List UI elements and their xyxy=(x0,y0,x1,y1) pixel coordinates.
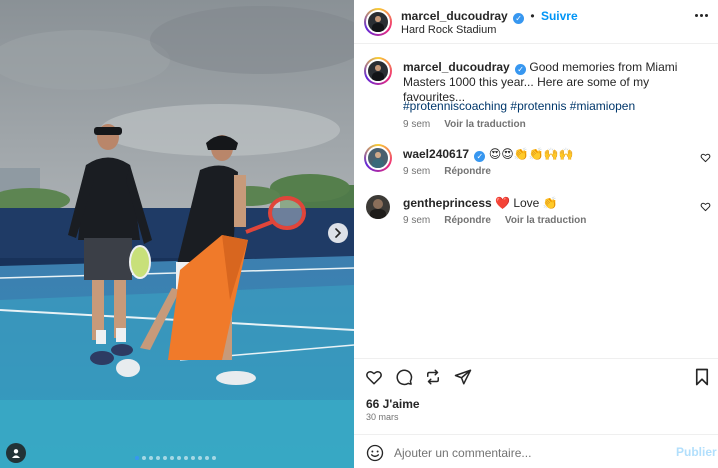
caption-avatar[interactable] xyxy=(364,57,392,85)
comment-age[interactable]: 9 sem xyxy=(403,215,430,226)
carousel-dot xyxy=(135,456,139,460)
more-options-icon[interactable] xyxy=(695,14,709,18)
follow-button[interactable]: Suivre xyxy=(541,9,578,23)
follow-separator: • xyxy=(530,9,535,23)
verified-badge-icon: ✓ xyxy=(513,13,525,24)
comment-age[interactable]: 9 sem xyxy=(403,166,430,177)
comment-text: 😍😍👏👏🙌🙌 xyxy=(488,147,574,161)
carousel-dot xyxy=(163,456,167,460)
carousel-dot xyxy=(149,456,153,460)
comment-text-block: gentheprincess ❤️ Love 👏 xyxy=(403,196,558,211)
caption-age[interactable]: 9 sem xyxy=(403,119,430,130)
carousel-dot xyxy=(212,456,216,460)
carousel-dot xyxy=(198,456,202,460)
share-icon[interactable] xyxy=(454,368,472,386)
chevron-right-icon xyxy=(335,228,342,238)
carousel-dot xyxy=(156,456,160,460)
carousel-indicators xyxy=(135,456,216,460)
carousel-dot xyxy=(184,456,188,460)
verified-badge-icon: ✓ xyxy=(515,64,527,75)
caption-username[interactable]: marcel_ducoudray xyxy=(403,60,510,74)
comment-text: ❤️ Love 👏 xyxy=(495,196,558,210)
comment-icon[interactable] xyxy=(395,368,413,386)
caption-hashtags[interactable]: #protenniscoaching #protennis #miamiopen xyxy=(403,99,635,114)
comment-input[interactable] xyxy=(394,445,654,461)
verified-badge-icon: ✓ xyxy=(474,151,486,162)
comment-meta: 9 sem Répondre Voir la traduction xyxy=(403,215,586,226)
comment-like-heart-icon[interactable] xyxy=(700,201,711,212)
repost-icon[interactable] xyxy=(424,368,442,386)
comment-avatar[interactable] xyxy=(364,144,392,172)
caption-meta: 9 sem Voir la traduction xyxy=(403,119,526,130)
comment-item: gentheprincess ❤️ Love 👏 9 sem Répondre … xyxy=(354,194,718,234)
post-photo xyxy=(0,0,354,468)
carousel-dot xyxy=(177,456,181,460)
comment-translate-button[interactable]: Voir la traduction xyxy=(505,215,587,226)
carousel-dot xyxy=(142,456,146,460)
comment-username[interactable]: wael240617 xyxy=(403,147,469,161)
next-slide-button[interactable] xyxy=(328,223,348,243)
tagged-users-button[interactable] xyxy=(6,443,26,463)
comment-meta: 9 sem Répondre xyxy=(403,166,491,177)
post-header: marcel_ducoudray ✓ • Suivre Hard Rock St… xyxy=(354,0,718,44)
comment-like-heart-icon[interactable] xyxy=(700,152,711,163)
add-comment-bar: Publier xyxy=(354,434,718,468)
comment-reply-button[interactable]: Répondre xyxy=(444,215,491,226)
author-username[interactable]: marcel_ducoudray xyxy=(401,9,508,23)
publish-comment-button[interactable]: Publier xyxy=(676,445,717,459)
comment-avatar[interactable] xyxy=(366,195,390,219)
post-location[interactable]: Hard Rock Stadium xyxy=(401,24,496,36)
post-sidebar: marcel_ducoudray ✓ • Suivre Hard Rock St… xyxy=(354,0,718,468)
user-tag-icon xyxy=(12,449,20,458)
comment-text-block: wael240617 ✓ 😍😍👏👏🙌🙌 xyxy=(403,147,574,162)
bookmark-icon[interactable] xyxy=(693,368,711,386)
author-avatar[interactable] xyxy=(364,8,392,36)
comment-username[interactable]: gentheprincess xyxy=(403,196,492,210)
carousel-dot xyxy=(170,456,174,460)
heart-icon[interactable] xyxy=(365,368,383,386)
comment-reply-button[interactable]: Répondre xyxy=(444,166,491,177)
carousel-dot xyxy=(191,456,195,460)
like-count[interactable]: 66 J'aime xyxy=(366,397,420,411)
action-bar xyxy=(354,358,718,394)
caption-translate-button[interactable]: Voir la traduction xyxy=(444,119,526,130)
emoji-icon[interactable] xyxy=(366,444,384,462)
post-media[interactable] xyxy=(0,0,354,468)
post-date[interactable]: 30 mars xyxy=(366,412,399,422)
carousel-dot xyxy=(205,456,209,460)
comment-item: wael240617 ✓ 😍😍👏👏🙌🙌 9 sem Répondre xyxy=(354,144,718,184)
caption-block: marcel_ducoudray ✓ Good memories from Mi… xyxy=(354,56,718,136)
